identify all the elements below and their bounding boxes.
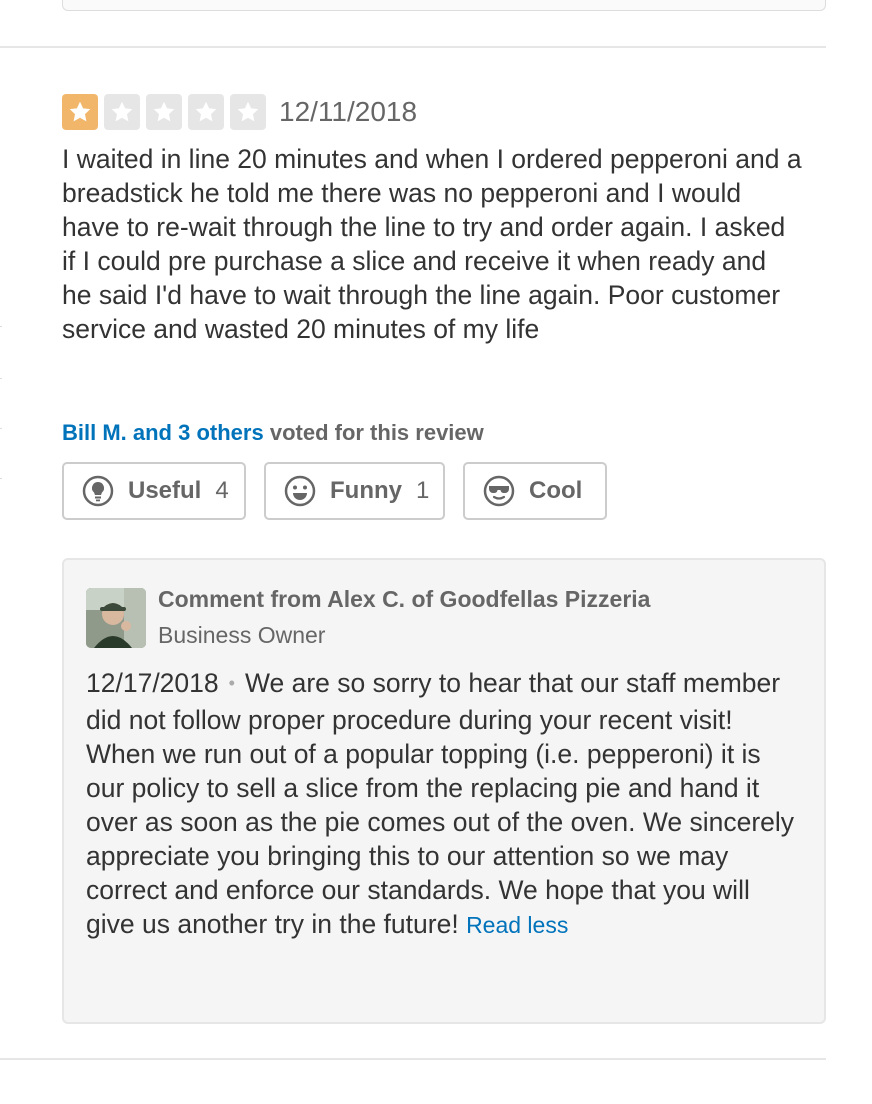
cool-button[interactable]: Cool: [463, 462, 607, 520]
avatar[interactable]: [86, 588, 146, 648]
scroll-edge-mark: [0, 478, 2, 479]
comment-date: 12/17/2018: [86, 668, 219, 698]
useful-count: 4: [215, 477, 229, 504]
cool-label: Cool: [529, 477, 583, 504]
star-rating: [62, 94, 266, 130]
comment-body: 12/17/2018 • We are so sorry to hear that …: [86, 666, 796, 942]
divider: [0, 1058, 826, 1060]
funny-count: 1: [416, 477, 430, 504]
review-text: I waited in line 20 minutes and when I o…: [62, 144, 802, 344]
lightbulb-icon: [82, 475, 114, 507]
vote-summary: Bill M. and 3 others voted for this revi…: [62, 420, 484, 446]
star-icon: [104, 94, 140, 130]
sunglasses-icon: [483, 475, 515, 507]
funny-label: Funny: [330, 477, 402, 504]
scroll-edge-mark: [0, 326, 2, 327]
useful-button[interactable]: Useful 4: [62, 462, 246, 520]
previous-review-card: [62, 0, 826, 11]
comment-text: We are so sorry to hear that our staff m…: [86, 668, 795, 939]
read-less-link[interactable]: Read less: [466, 912, 568, 938]
useful-label: Useful: [128, 477, 202, 504]
review-date: 12/11/2018: [279, 96, 418, 127]
divider: [0, 46, 826, 48]
vote-summary-suffix: voted for this review: [269, 420, 484, 445]
star-icon: [188, 94, 224, 130]
separator-dot: •: [228, 673, 235, 693]
funny-button[interactable]: Funny 1: [264, 462, 445, 520]
smiley-icon: [284, 475, 316, 507]
comment-author-role: Business Owner: [158, 622, 326, 648]
scroll-edge-mark: [0, 428, 2, 429]
scroll-edge-mark: [0, 378, 2, 379]
comment-author-title: Comment from Alex C. of Goodfellas Pizze…: [158, 586, 651, 612]
voters-link[interactable]: Bill M. and 3 others: [62, 420, 264, 445]
star-icon: [62, 94, 98, 130]
star-icon: [230, 94, 266, 130]
star-icon: [146, 94, 182, 130]
